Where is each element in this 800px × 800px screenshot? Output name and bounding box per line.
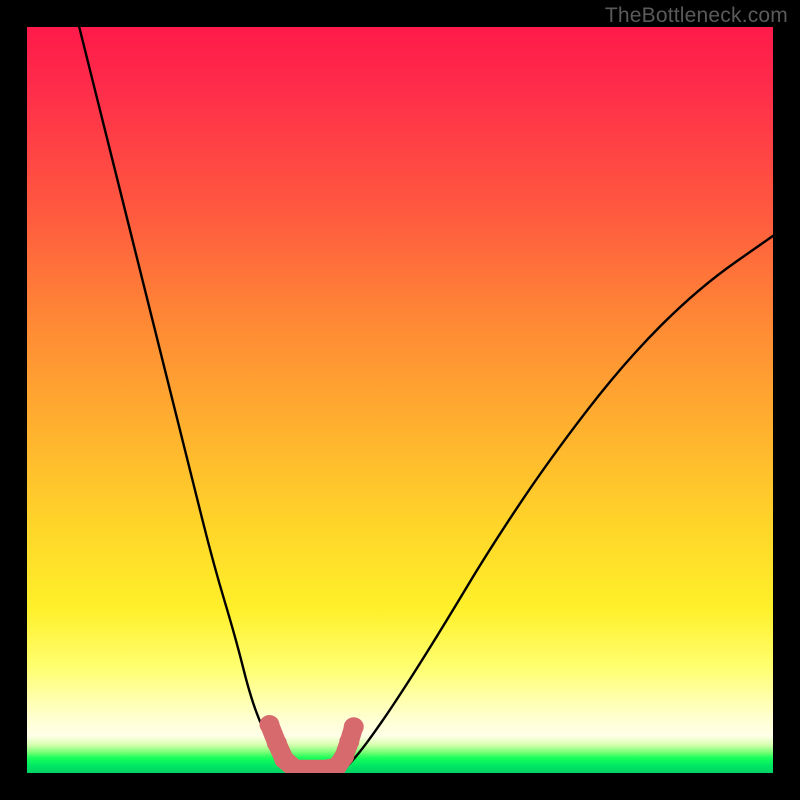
- chart-svg: [27, 27, 773, 773]
- valley-marker: [344, 718, 364, 736]
- chart-frame: TheBottleneck.com: [0, 0, 800, 800]
- valley-marker: [259, 716, 279, 734]
- left-curve: [79, 27, 288, 773]
- plot-area: [27, 27, 773, 773]
- valley-marker: [267, 734, 287, 752]
- right-curve: [340, 236, 773, 773]
- watermark-text: TheBottleneck.com: [605, 4, 788, 28]
